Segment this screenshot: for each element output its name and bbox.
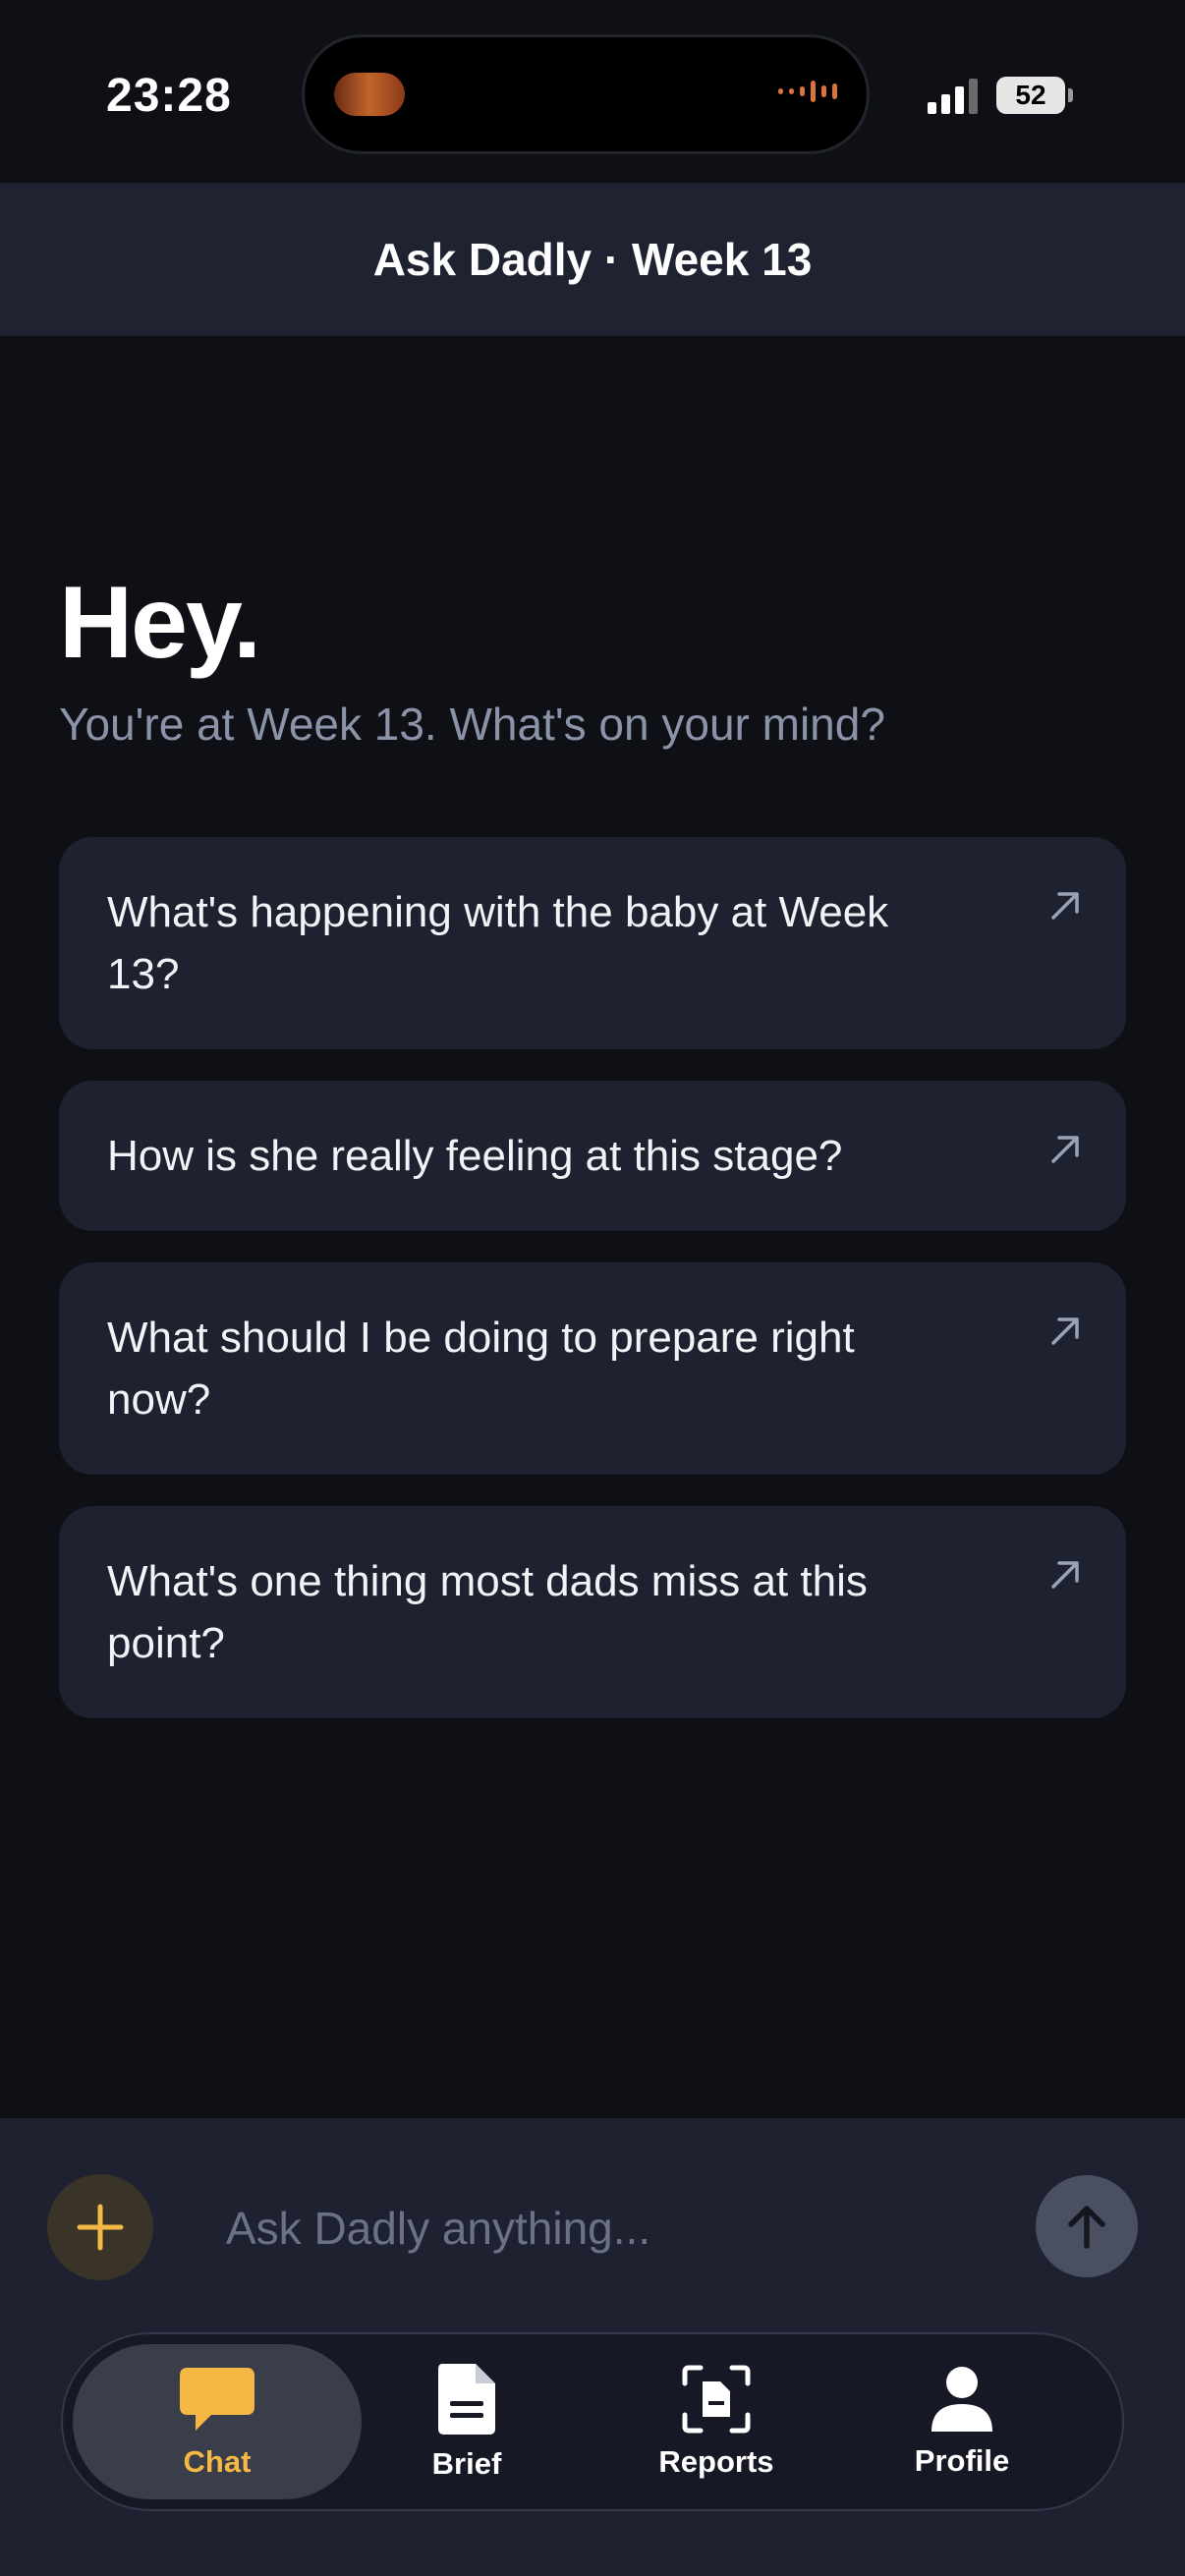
- arrow-up-right-icon: [1051, 1561, 1079, 1589]
- tab-label: Chat: [183, 2444, 252, 2479]
- tab-label: Profile: [914, 2443, 1010, 2478]
- person-icon: [931, 2367, 992, 2432]
- tab-profile[interactable]: Profile: [839, 2344, 1085, 2499]
- document-icon: [438, 2364, 495, 2435]
- bottom-tab-bar: Chat Brief Reports Profile: [63, 2334, 1122, 2509]
- arrow-up-icon: [1068, 2206, 1105, 2249]
- tab-brief[interactable]: Brief: [344, 2344, 590, 2499]
- greeting-subtitle: You're at Week 13. What's on your mind?: [59, 699, 885, 750]
- status-bar: 23:28 52: [0, 0, 1185, 183]
- tab-label: Reports: [658, 2444, 774, 2479]
- suggestion-card[interactable]: How is she really feeling at this stage?: [59, 1081, 1126, 1231]
- plus-icon: [77, 2204, 124, 2251]
- now-playing-artwork-icon: [334, 73, 405, 116]
- app-header: Ask Dadly · Week 13: [0, 183, 1185, 336]
- suggestion-card[interactable]: What's one thing most dads miss at this …: [59, 1506, 1126, 1718]
- battery-tip: [1068, 88, 1073, 102]
- scan-document-icon: [682, 2365, 751, 2434]
- tab-label: Brief: [431, 2446, 502, 2481]
- tab-chat[interactable]: Chat: [73, 2344, 362, 2499]
- send-button[interactable]: [1036, 2175, 1138, 2277]
- chat-bubble-icon: [180, 2368, 254, 2431]
- battery-icon: 52: [996, 77, 1065, 114]
- tab-reports[interactable]: Reports: [593, 2344, 839, 2499]
- suggestion-text: How is she really feeling at this stage?: [107, 1132, 843, 1180]
- add-attachment-button[interactable]: [47, 2174, 153, 2280]
- cellular-signal-icon: [928, 79, 978, 114]
- suggestion-card[interactable]: What's happening with the baby at Week 1…: [59, 837, 1126, 1049]
- status-time: 23:28: [106, 70, 232, 122]
- chat-input[interactable]: [224, 2189, 994, 2268]
- arrow-up-right-icon: [1051, 1317, 1079, 1345]
- suggestion-text: What's happening with the baby at Week 1…: [107, 888, 889, 998]
- arrow-up-right-icon: [1051, 892, 1079, 920]
- suggestion-text: What should I be doing to prepare right …: [107, 1314, 855, 1424]
- arrow-up-right-icon: [1051, 1136, 1079, 1163]
- suggestion-card[interactable]: What should I be doing to prepare right …: [59, 1262, 1126, 1475]
- dynamic-island[interactable]: [305, 37, 867, 151]
- page-title: Ask Dadly · Week 13: [372, 234, 813, 285]
- audio-waveform-icon: [778, 81, 837, 102]
- suggestion-list: What's happening with the baby at Week 1…: [59, 837, 1126, 1750]
- greeting-heading: Hey.: [59, 566, 261, 680]
- suggestion-text: What's one thing most dads miss at this …: [107, 1557, 868, 1667]
